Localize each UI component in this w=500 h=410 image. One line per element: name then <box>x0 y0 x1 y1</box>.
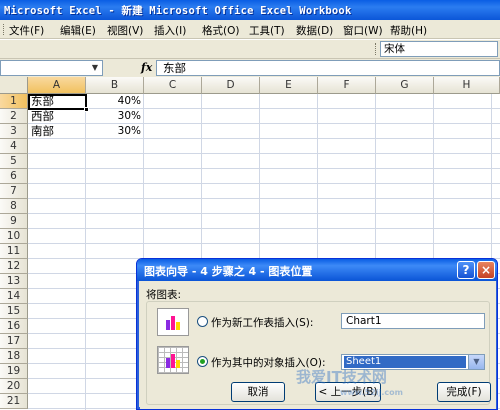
column-header-f[interactable]: F <box>318 77 376 94</box>
font-name-select[interactable]: 宋体 <box>380 41 498 57</box>
row-header-20[interactable]: 20 <box>0 379 28 394</box>
cell-b3[interactable]: 30% <box>86 124 144 139</box>
menu-bar: 文件(F) 编辑(E) 视图(V) 插入(I) 格式(O) 工具(T) 数据(D… <box>0 20 500 39</box>
dialog-body: 将图表: 作为新工作表插入(S): Chart1 作为其中的对象插入(O): S… <box>140 281 496 409</box>
option-object-label: 作为其中的对象插入(O): <box>211 357 326 369</box>
menu-format[interactable]: 格式(O) <box>202 23 239 38</box>
fx-icon[interactable]: fx <box>141 61 152 74</box>
row-header-6[interactable]: 6 <box>0 169 28 184</box>
cell-a3[interactable]: 南部 <box>29 124 86 139</box>
dialog-title-bar[interactable]: 图表向导 - 4 步骤之 4 - 图表位置 ? × <box>137 259 497 281</box>
row-header-13[interactable]: 13 <box>0 274 28 289</box>
column-header-b[interactable]: B <box>86 77 144 94</box>
row-header-15[interactable]: 15 <box>0 304 28 319</box>
row-header-14[interactable]: 14 <box>0 289 28 304</box>
object-sheet-select[interactable]: Sheet1 ▼ <box>341 354 485 370</box>
cell-b1[interactable]: 40% <box>86 94 144 109</box>
column-header-g[interactable]: G <box>376 77 434 94</box>
row-header-17[interactable]: 17 <box>0 334 28 349</box>
formula-bar: ▼ fx 东部 <box>0 58 500 77</box>
watermark-url: www.52ij.com <box>340 388 403 397</box>
row-header-4[interactable]: 4 <box>0 139 28 154</box>
chevron-down-icon[interactable]: ▼ <box>468 355 484 369</box>
new-sheet-chart-icon <box>157 308 189 336</box>
active-cell-cursor <box>28 94 89 112</box>
finish-button[interactable]: 完成(F) <box>437 382 491 402</box>
menu-insert[interactable]: 插入(I) <box>154 23 186 38</box>
row-header-5[interactable]: 5 <box>0 154 28 169</box>
column-header-d[interactable]: D <box>202 77 260 94</box>
menubar-grip[interactable] <box>3 24 5 35</box>
select-all-corner[interactable] <box>0 77 28 94</box>
menu-help[interactable]: 帮助(H) <box>390 23 427 38</box>
embedded-chart-icon <box>157 346 189 374</box>
cell-b2[interactable]: 30% <box>86 109 144 124</box>
toolbar-area <box>0 40 373 58</box>
radio-new-sheet[interactable] <box>197 316 208 327</box>
row-header-21[interactable]: 21 <box>0 394 28 409</box>
chevron-down-icon[interactable]: ▼ <box>90 62 100 74</box>
formatting-toolbar: 宋体 <box>373 40 500 58</box>
help-icon[interactable]: ? <box>457 261 475 279</box>
close-icon[interactable]: × <box>477 261 495 279</box>
menu-window[interactable]: 窗口(W) <box>343 23 383 38</box>
cancel-button[interactable]: 取消 <box>231 382 285 402</box>
cell-a2[interactable]: 西部 <box>29 109 86 124</box>
row-header-18[interactable]: 18 <box>0 349 28 364</box>
row-header-9[interactable]: 9 <box>0 214 28 229</box>
row-header-16[interactable]: 16 <box>0 319 28 334</box>
row-header-1[interactable]: 1 <box>0 94 28 109</box>
name-box[interactable]: ▼ <box>0 60 103 76</box>
column-header-c[interactable]: C <box>144 77 202 94</box>
formula-input[interactable]: 东部 <box>156 60 500 76</box>
row-header-12[interactable]: 12 <box>0 259 28 274</box>
toolbar-grip[interactable] <box>375 43 377 55</box>
row-header-10[interactable]: 10 <box>0 229 28 244</box>
dialog-title: 图表向导 - 4 步骤之 4 - 图表位置 <box>144 265 313 278</box>
new-sheet-name-input[interactable]: Chart1 <box>341 313 485 329</box>
window-title: Microsoft Excel - 新建 Microsoft Office Ex… <box>4 5 352 17</box>
radio-as-object[interactable] <box>197 356 208 367</box>
placement-group: 作为新工作表插入(S): Chart1 作为其中的对象插入(O): Sheet1… <box>146 301 491 405</box>
column-header-h[interactable]: H <box>434 77 500 94</box>
fill-handle[interactable] <box>84 107 89 112</box>
window-title-bar[interactable]: Microsoft Excel - 新建 Microsoft Office Ex… <box>0 0 500 20</box>
row-header-11[interactable]: 11 <box>0 244 28 259</box>
row-header-19[interactable]: 19 <box>0 364 28 379</box>
column-header-a[interactable]: A <box>28 77 86 94</box>
row-header-8[interactable]: 8 <box>0 199 28 214</box>
place-chart-label: 将图表: <box>146 289 182 301</box>
menu-tools[interactable]: 工具(T) <box>249 23 285 38</box>
menu-data[interactable]: 数据(D) <box>296 23 333 38</box>
option-new-sheet-label: 作为新工作表插入(S): <box>211 317 314 329</box>
object-sheet-value: Sheet1 <box>344 356 466 368</box>
row-header-3[interactable]: 3 <box>0 124 28 139</box>
menu-file[interactable]: 文件(F) <box>9 23 44 38</box>
chart-wizard-dialog: 图表向导 - 4 步骤之 4 - 图表位置 ? × 将图表: 作为新工作表插入(… <box>136 258 498 410</box>
column-header-e[interactable]: E <box>260 77 318 94</box>
menu-view[interactable]: 视图(V) <box>107 23 143 38</box>
menu-edit[interactable]: 编辑(E) <box>60 23 96 38</box>
row-header-2[interactable]: 2 <box>0 109 28 124</box>
row-header-7[interactable]: 7 <box>0 184 28 199</box>
